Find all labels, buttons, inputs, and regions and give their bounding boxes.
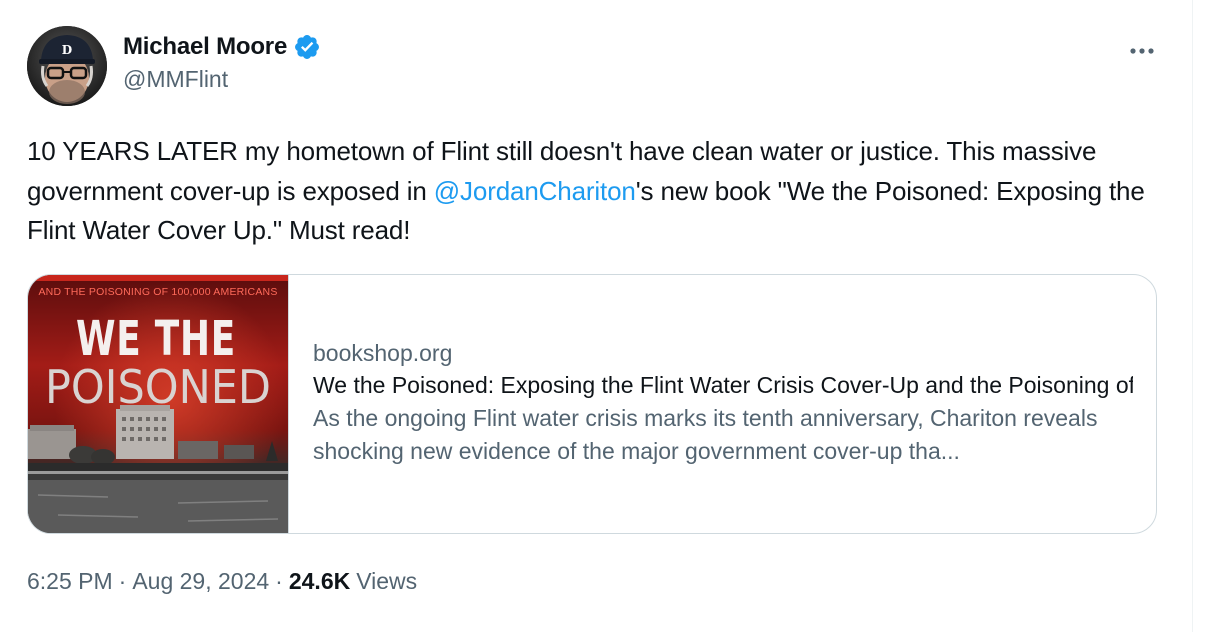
book-cover-art: AND THE POISONING OF 100,000 AMERICANS W… [28,275,288,533]
card-domain: bookshop.org [313,340,453,366]
avatar-cap-letter: D [62,43,72,57]
avatar-image: D [27,26,107,106]
tweet-text: 10 YEARS LATER my hometown of Flint stil… [27,132,1167,251]
verified-badge-icon[interactable] [293,33,321,61]
link-preview-card[interactable]: AND THE POISONING OF 100,000 AMERICANS W… [27,274,1157,534]
views-count: 24.6K [288,568,351,594]
author-handle[interactable]: @MMFlint [123,66,228,93]
meta-separator: · [118,568,127,594]
cover-top-text: AND THE POISONING OF 100,000 AMERICANS [38,286,277,298]
tweet-time[interactable]: 6:25 PM [27,568,113,595]
book-cover-image[interactable]: AND THE POISONING OF 100,000 AMERICANS W… [28,275,289,533]
views-label: Views [356,568,418,594]
card-description: As the ongoing Flint water crisis marks … [313,405,1098,464]
card-title: We the Poisoned: Exposing the Flint Wate… [313,372,1133,398]
meta-separator: · [275,568,283,594]
author-name-row[interactable]: Michael Moore [123,32,321,62]
card-body[interactable]: bookshop.org We the Poisoned: Exposing t… [313,337,1133,468]
tweet[interactable]: D Michael Moore @MMFlint 10 YEARS LATER … [0,0,1192,632]
mention-link[interactable]: @JordanChariton [434,176,636,206]
author-display-name[interactable]: Michael Moore [123,33,287,61]
more-options-icon [1130,48,1154,54]
more-options-button[interactable] [1124,36,1160,66]
cover-title-line1: WE THE [76,311,236,367]
column-divider [1192,0,1193,632]
avatar[interactable]: D [27,26,107,106]
tweet-meta: 6:25 PM · Aug 29, 2024 · 24.6K Views [27,568,417,595]
tweet-date[interactable]: Aug 29, 2024 [132,568,269,595]
